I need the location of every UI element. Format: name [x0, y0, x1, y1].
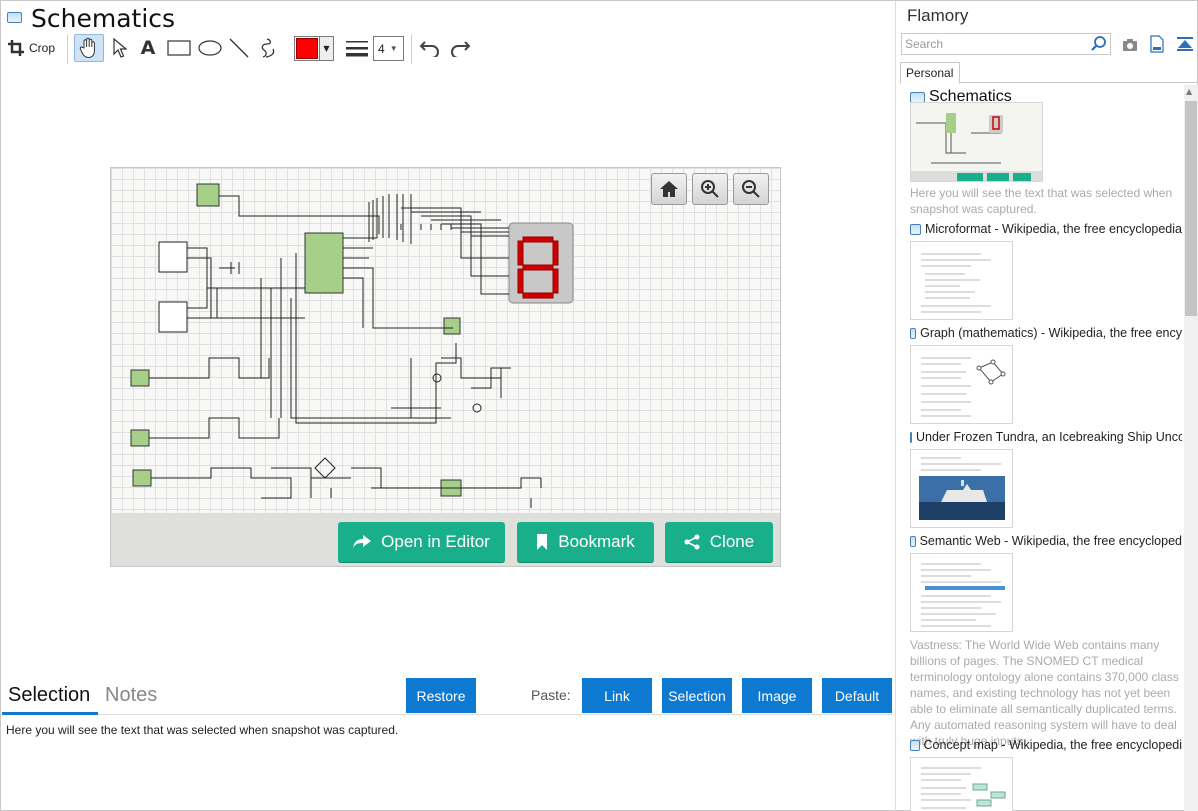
- active-tab-indicator: [2, 712, 98, 715]
- freehand-icon: [261, 38, 275, 58]
- sidebar-title: Flamory: [907, 6, 969, 25]
- viewer-actions: Open in Editor Bookmark Clone: [111, 513, 780, 566]
- color-picker-dropdown[interactable]: ▼: [294, 36, 334, 61]
- page-icon: [910, 739, 920, 751]
- page-icon: [910, 431, 912, 443]
- crop-button[interactable]: Crop: [7, 37, 55, 59]
- line-tool-button[interactable]: [227, 36, 251, 60]
- zoom-in-icon: [701, 180, 719, 198]
- text-tool-icon[interactable]: A: [138, 36, 158, 60]
- redo-button[interactable]: [448, 36, 472, 60]
- schematic-drawing: [130, 183, 574, 508]
- ellipse-tool-button[interactable]: [196, 36, 224, 60]
- fork-icon: [684, 534, 700, 550]
- page-icon: [910, 535, 916, 547]
- crop-label: Crop: [29, 41, 56, 55]
- list-item-title: Semantic Web - Wikipedia, the free encyc…: [910, 534, 1182, 548]
- redo-icon: [451, 41, 471, 57]
- search-input[interactable]: Search: [901, 33, 1111, 55]
- thumbnail: [910, 345, 1013, 424]
- bookmark-icon: [537, 534, 548, 550]
- paste-selection-button[interactable]: Selection: [662, 678, 732, 713]
- list-item-snippet: Vastness: The World Wide Web contains ma…: [910, 638, 1179, 748]
- hand-icon: [79, 37, 95, 59]
- page-title: Schematics: [31, 4, 176, 33]
- zoom-out-button[interactable]: [733, 173, 769, 205]
- rectangle-icon: [167, 40, 191, 56]
- undo-icon: [419, 41, 439, 57]
- list-item-snippet: Here you will see the text that was sele…: [910, 186, 1173, 216]
- selection-text[interactable]: Here you will see the text that was sele…: [6, 723, 398, 737]
- toolbar-divider: [67, 34, 68, 64]
- freehand-tool-button[interactable]: [257, 36, 281, 60]
- app-window: Schematics Crop A ▼ 4 ▼ Open in Editor B…: [0, 0, 1198, 811]
- thumbnail: [910, 449, 1013, 528]
- rectangle-tool-button[interactable]: [165, 36, 193, 60]
- thumbnail: [910, 241, 1013, 320]
- open-in-editor-label: Open in Editor: [381, 532, 490, 551]
- app-logo-icon: [7, 12, 22, 23]
- clone-label: Clone: [709, 532, 755, 551]
- line-width-icon: [345, 38, 369, 58]
- scrollbar-thumb[interactable]: [1185, 101, 1197, 316]
- page-icon: [910, 91, 925, 103]
- page-icon: [910, 327, 917, 339]
- pan-tool-button[interactable]: [74, 34, 104, 62]
- home-button[interactable]: [651, 173, 687, 205]
- snapshot-viewer: Open in Editor Bookmark Clone: [110, 167, 781, 567]
- collapse-top-icon[interactable]: [1176, 36, 1194, 56]
- color-swatch: [296, 38, 318, 59]
- restore-button[interactable]: Restore: [406, 678, 476, 713]
- scroll-up-icon[interactable]: ▲: [1186, 87, 1192, 96]
- bookmark-button[interactable]: Bookmark: [517, 522, 654, 562]
- tab-divider: [960, 82, 1198, 83]
- crop-icon: [8, 40, 24, 56]
- tab-divider: [98, 714, 892, 715]
- ellipse-icon: [198, 40, 222, 56]
- paste-default-button[interactable]: Default: [822, 678, 892, 713]
- list-item-title: Under Frozen Tundra, an Icebreaking Ship…: [910, 430, 1182, 444]
- document-icon[interactable]: [1150, 35, 1164, 57]
- schematic-canvas[interactable]: [111, 168, 780, 513]
- thumbnail: [910, 553, 1013, 632]
- search-icon[interactable]: [1091, 36, 1107, 56]
- list-item-title: Concept map - Wikipedia, the free encycl…: [910, 738, 1182, 752]
- thumbnail: [910, 102, 1043, 182]
- snapshot-list: Schematics Here you will see the text th…: [908, 85, 1183, 811]
- open-in-editor-button[interactable]: Open in Editor: [338, 522, 505, 562]
- camera-icon[interactable]: [1122, 37, 1138, 56]
- chevron-down-icon: ▼: [319, 37, 333, 60]
- tab-selection[interactable]: Selection: [8, 684, 90, 707]
- list-item-title: Graph (mathematics) - Wikipedia, the fre…: [910, 326, 1182, 340]
- share-arrow-icon: [353, 535, 372, 548]
- line-width-value: 4: [378, 41, 385, 56]
- tab-notes[interactable]: Notes: [105, 684, 157, 707]
- thumbnail: [910, 757, 1013, 811]
- line-icon: [229, 38, 249, 58]
- paste-link-button[interactable]: Link: [582, 678, 652, 713]
- pointer-icon: [113, 38, 127, 58]
- list-item-title: Microformat - Wikipedia, the free encycl…: [910, 222, 1182, 236]
- undo-button[interactable]: [418, 36, 442, 60]
- paste-image-button[interactable]: Image: [742, 678, 812, 713]
- zoom-in-button[interactable]: [692, 173, 728, 205]
- select-tool-button[interactable]: [109, 36, 131, 60]
- zoom-out-icon: [742, 180, 760, 198]
- tab-personal[interactable]: Personal: [900, 62, 960, 84]
- toolbar-divider: [411, 34, 412, 64]
- bookmark-label: Bookmark: [558, 532, 635, 551]
- paste-label: Paste:: [531, 687, 571, 703]
- line-width-dropdown[interactable]: 4 ▼: [373, 36, 404, 61]
- chevron-down-icon: ▼: [389, 44, 398, 53]
- clone-button[interactable]: Clone: [665, 522, 773, 562]
- page-icon: [910, 223, 921, 235]
- home-icon: [660, 181, 678, 197]
